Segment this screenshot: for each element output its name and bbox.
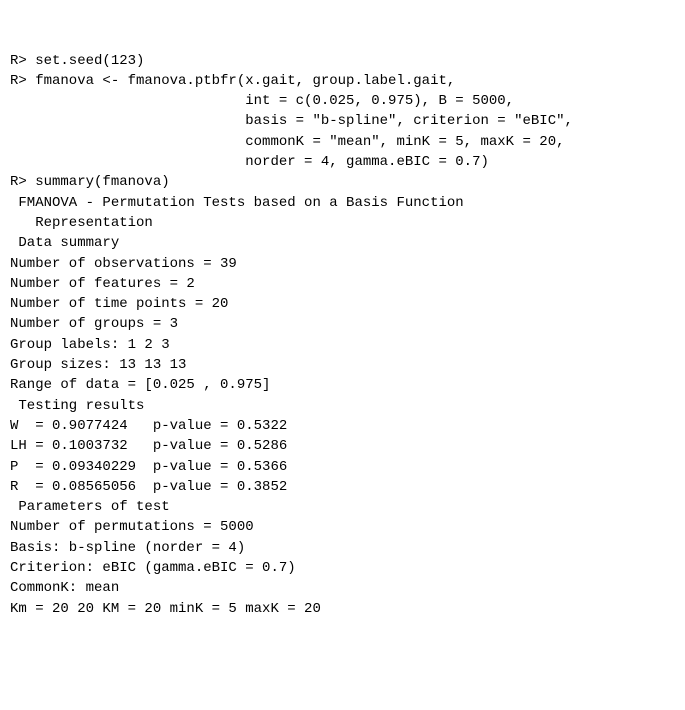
parameter-line: Km = 20 20 KM = 20 minK = 5 maxK = 20 — [10, 599, 675, 619]
data-summary-line: Number of observations = 39 — [10, 254, 675, 274]
parameter-line: Criterion: eBIC (gamma.eBIC = 0.7) — [10, 558, 675, 578]
test-result-line: LH = 0.1003732 p-value = 0.5286 — [10, 436, 675, 456]
output-title: FMANOVA - Permutation Tests based on a B… — [10, 193, 675, 213]
data-summary-line: Group sizes: 13 13 13 — [10, 355, 675, 375]
section-heading: Parameters of test — [10, 497, 675, 517]
parameter-line: Basis: b-spline (norder = 4) — [10, 538, 675, 558]
data-summary-line: Number of groups = 3 — [10, 314, 675, 334]
code-line: R> summary(fmanova) — [10, 172, 675, 192]
code-line: basis = "b-spline", criterion = "eBIC", — [10, 111, 675, 131]
test-result-line: P = 0.09340229 p-value = 0.5366 — [10, 457, 675, 477]
code-line: R> fmanova <- fmanova.ptbfr(x.gait, grou… — [10, 71, 675, 91]
parameter-line: Number of permutations = 5000 — [10, 517, 675, 537]
data-summary-line: Number of time points = 20 — [10, 294, 675, 314]
data-summary-line: Group labels: 1 2 3 — [10, 335, 675, 355]
test-result-line: W = 0.9077424 p-value = 0.5322 — [10, 416, 675, 436]
code-line: norder = 4, gamma.eBIC = 0.7) — [10, 152, 675, 172]
section-heading: Data summary — [10, 233, 675, 253]
test-result-line: R = 0.08565056 p-value = 0.3852 — [10, 477, 675, 497]
parameter-line: CommonK: mean — [10, 578, 675, 598]
code-line: commonK = "mean", minK = 5, maxK = 20, — [10, 132, 675, 152]
data-summary-line: Number of features = 2 — [10, 274, 675, 294]
output-title: Representation — [10, 213, 675, 233]
code-line: R> set.seed(123) — [10, 51, 675, 71]
code-line: int = c(0.025, 0.975), B = 5000, — [10, 91, 675, 111]
section-heading: Testing results — [10, 396, 675, 416]
data-summary-line: Range of data = [0.025 , 0.975] — [10, 375, 675, 395]
